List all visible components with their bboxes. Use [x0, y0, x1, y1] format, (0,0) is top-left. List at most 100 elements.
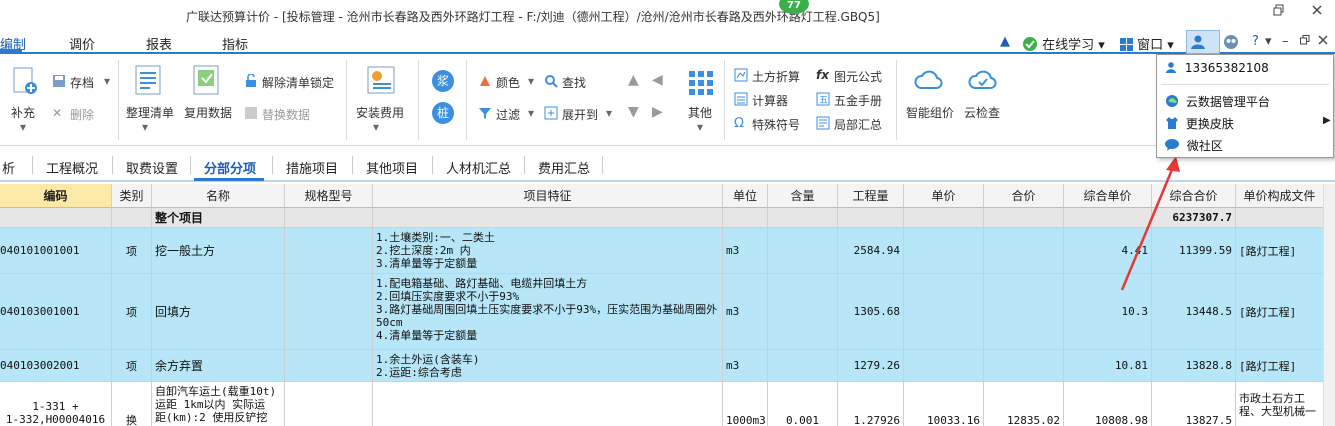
table-cell-unit[interactable]: m3 [723, 228, 768, 274]
online-learning-button[interactable]: 在线学习 ▾ [1022, 34, 1105, 53]
tab-project-overview[interactable]: 工程概况 [46, 158, 98, 177]
table-cell-composite-total[interactable]: 11399.59 [1152, 228, 1236, 274]
organize-list-button[interactable]: 整理清单 [126, 104, 174, 121]
search-button[interactable]: 查找 [562, 74, 586, 91]
restore-icon[interactable] [1268, 4, 1290, 22]
table-cell-price-file[interactable]: [路灯工程] [1236, 228, 1324, 274]
table-cell-total-price[interactable] [984, 350, 1064, 382]
table-cell-spec[interactable] [285, 228, 373, 274]
table-cell-name[interactable]: 回填方 [152, 274, 285, 350]
expand-to-dropdown-icon[interactable]: ▾ [606, 106, 612, 120]
close-small-icon[interactable] [1318, 34, 1328, 49]
header-unit-price[interactable]: 单价 [904, 184, 984, 208]
table-cell-composite-unit-price[interactable]: 4.41 [1064, 228, 1152, 274]
tab-analysis[interactable]: 析 [2, 158, 15, 177]
header-features[interactable]: 项目特征 [373, 184, 723, 208]
table-cell[interactable] [904, 208, 984, 228]
cloud-check-icon[interactable] [968, 66, 998, 96]
header-price-file[interactable]: 单价构成文件 [1236, 184, 1324, 208]
tab-cost-summary[interactable]: 费用汇总 [538, 158, 590, 177]
tab-sub-items[interactable]: 分部分项 [204, 158, 256, 177]
install-fee-dropdown-icon[interactable]: ▾ [373, 120, 379, 134]
table-cell-name[interactable]: 余方弃置 [152, 350, 285, 382]
vertical-scrollbar[interactable] [1323, 184, 1335, 426]
header-composite-total[interactable]: 综合合价 [1152, 184, 1236, 208]
reuse-data-icon[interactable] [192, 64, 222, 96]
table-cell-composite-total[interactable]: 13828.8 [1152, 350, 1236, 382]
filter-button[interactable]: 过滤 [496, 106, 520, 123]
save-as-button[interactable]: 存档 [70, 74, 94, 91]
header-total-price[interactable]: 合价 [984, 184, 1064, 208]
table-cell-unit[interactable]: m3 [723, 350, 768, 382]
table-cell-spec[interactable] [285, 382, 373, 426]
owl-icon[interactable] [1223, 34, 1239, 54]
table-cell-content[interactable]: 0.001 [768, 382, 838, 426]
minimize-icon[interactable]: – [1282, 34, 1289, 49]
organize-list-icon[interactable] [134, 64, 164, 96]
header-spec[interactable]: 规格型号 [285, 184, 373, 208]
table-cell-content[interactable] [768, 274, 838, 350]
partial-summary-button[interactable]: 局部汇总 [834, 116, 882, 133]
menu-item-report[interactable]: 报表 [146, 34, 172, 53]
menu-item-adjust[interactable]: 调价 [69, 34, 95, 53]
table-cell-spec[interactable] [285, 274, 373, 350]
table-cell-price-file[interactable]: [路灯工程] [1236, 350, 1324, 382]
table-cell-spec[interactable] [285, 350, 373, 382]
table-cell-features[interactable]: 1.土壤类别:一、二类土 2.挖土深度:2m 内 3.清单量等于定额量 [373, 228, 723, 274]
supplement-button[interactable]: 补充 [11, 104, 35, 121]
table-cell[interactable] [838, 208, 904, 228]
table-cell-unit-price[interactable] [904, 274, 984, 350]
organize-list-dropdown-icon[interactable]: ▾ [142, 120, 148, 134]
table-cell-composite-unit-price[interactable]: 10.3 [1064, 274, 1152, 350]
figure-formula-button[interactable]: 图元公式 [834, 68, 882, 85]
earthwork-calc-button[interactable]: 土方折算 [752, 68, 800, 85]
delete-button[interactable]: 删除 [70, 106, 94, 123]
color-button[interactable]: 颜色 [496, 74, 520, 91]
table-cell-composite-total[interactable]: 6237307.7 [1152, 208, 1236, 228]
menu-item-index[interactable]: 指标 [222, 34, 248, 53]
smart-price-button[interactable]: 智能组价 [906, 104, 954, 121]
header-type[interactable]: 类别 [112, 184, 152, 208]
move-down-icon[interactable]: ▼ [628, 104, 639, 120]
table-cell-composite-unit-price[interactable]: 10808.98 [1064, 382, 1152, 426]
pile-button[interactable]: 桩 [432, 102, 454, 124]
table-cell-type[interactable]: 项 [112, 274, 152, 350]
table-cell-composite-total[interactable]: 13448.5 [1152, 274, 1236, 350]
install-fee-icon[interactable] [365, 64, 397, 96]
color-dropdown-icon[interactable]: ▾ [528, 74, 534, 88]
save-as-dropdown-icon[interactable]: ▾ [104, 74, 110, 88]
table-cell[interactable] [373, 208, 723, 228]
other-dropdown-icon[interactable]: ▾ [697, 120, 703, 134]
tab-labor-material-summary[interactable]: 人材机汇总 [446, 158, 511, 177]
cloud-check-button[interactable]: 云检查 [964, 104, 1000, 121]
tab-other-items[interactable]: 其他项目 [366, 158, 418, 177]
filter-dropdown-icon[interactable]: ▾ [528, 106, 534, 120]
other-button[interactable]: 其他 [688, 104, 712, 121]
table-cell-price-file[interactable]: 市政土石方工 程、大型机械一 [1236, 382, 1324, 426]
table-cell-total-price[interactable] [984, 228, 1064, 274]
expand-to-button[interactable]: 展开到 [562, 106, 598, 123]
table-cell-code[interactable]: 040101001001 [0, 228, 112, 274]
table-cell-content[interactable] [768, 350, 838, 382]
table-cell-composite-total[interactable]: 13827.5 [1152, 382, 1236, 426]
table-cell-quantity[interactable]: 1279.26 [838, 350, 904, 382]
other-grid-icon[interactable] [688, 70, 714, 96]
table-cell-features[interactable] [373, 382, 723, 426]
close-icon[interactable] [1306, 4, 1328, 22]
table-cell-features[interactable]: 1.配电箱基础、路灯基础、电缆井回填土方 2.回填压实度要求不小于93% 3.路… [373, 274, 723, 350]
table-cell-composite-unit-price[interactable]: 10.81 [1064, 350, 1152, 382]
dropdown-item-change-skin[interactable]: 更换皮肤 [1165, 115, 1234, 132]
move-left-icon[interactable]: ◀ [652, 72, 663, 88]
table-cell-code[interactable]: 040103001001 [0, 274, 112, 350]
table-cell-total-price[interactable] [984, 274, 1064, 350]
table-cell-name[interactable]: 整个项目 [152, 208, 285, 228]
table-cell-content[interactable] [768, 228, 838, 274]
table-cell-unit[interactable]: m3 [723, 274, 768, 350]
supplement-icon[interactable] [12, 66, 38, 96]
table-cell-name[interactable]: 挖一般土方 [152, 228, 285, 274]
table-cell[interactable] [768, 208, 838, 228]
table-cell-quantity[interactable]: 2584.94 [838, 228, 904, 274]
collapse-up-icon[interactable]: ▲ [1000, 34, 1010, 49]
replace-data-button[interactable]: 替换数据 [262, 106, 310, 123]
table-cell-code[interactable]: 040103002001 [0, 350, 112, 382]
